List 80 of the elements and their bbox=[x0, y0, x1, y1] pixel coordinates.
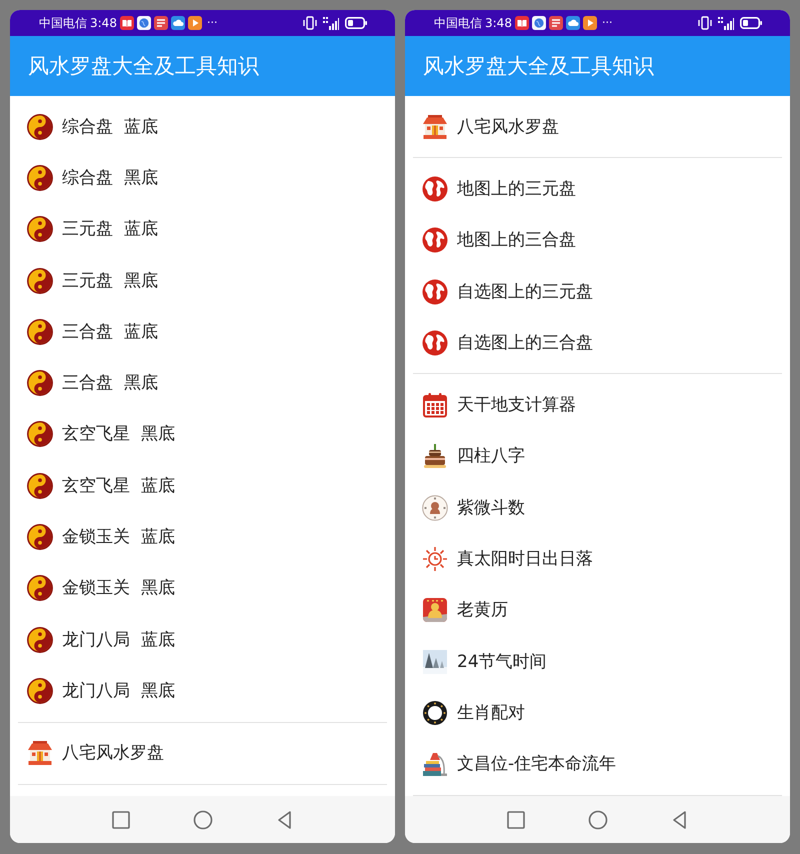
list-item[interactable]: 金锁玉关 黑底 bbox=[27, 575, 175, 602]
list-item[interactable]: 玄空飞星 蓝底 bbox=[27, 472, 175, 499]
list-item[interactable]: 文昌位-住宅本命流年 bbox=[422, 751, 616, 778]
globe-icon bbox=[422, 176, 448, 202]
house-icon bbox=[27, 740, 53, 766]
yin-yang-icon bbox=[27, 114, 53, 140]
list-item[interactable]: 龙门八局 蓝底 bbox=[27, 626, 175, 653]
play-icon bbox=[582, 16, 597, 30]
list-item[interactable]: 八宅风水罗盘 bbox=[27, 740, 164, 766]
yin-yang-icon bbox=[27, 626, 53, 653]
list-item[interactable]: 龙门八局 黑底 bbox=[27, 678, 175, 704]
cloud-icon bbox=[566, 16, 580, 30]
battery-icon bbox=[345, 17, 367, 29]
signal-icon bbox=[323, 16, 339, 30]
globe-icon bbox=[422, 227, 448, 254]
globe-icon bbox=[532, 16, 546, 30]
list-item[interactable]: 地图上的三元盘 bbox=[422, 176, 576, 202]
winter-scene-icon bbox=[422, 648, 448, 675]
cloud-icon bbox=[170, 16, 185, 30]
newspaper-icon bbox=[548, 16, 563, 30]
yin-yang-icon bbox=[27, 268, 53, 294]
list-item[interactable]: 四柱八字 bbox=[422, 443, 525, 470]
list-item[interactable]: 综合盘 黑底 bbox=[27, 164, 158, 191]
recent-apps-button[interactable] bbox=[110, 810, 130, 830]
vibrate-icon bbox=[302, 16, 318, 30]
list-item[interactable]: 三合盘 黑底 bbox=[27, 370, 158, 396]
house-icon bbox=[422, 114, 448, 140]
home-button[interactable] bbox=[588, 810, 608, 830]
ring-icon bbox=[422, 700, 448, 726]
medallion-icon bbox=[422, 494, 448, 521]
yin-yang-icon bbox=[27, 421, 53, 448]
status-time: 3:48 bbox=[90, 16, 117, 30]
home-button[interactable] bbox=[192, 810, 212, 830]
list-item[interactable]: 金锁玉关 蓝底 bbox=[27, 524, 175, 550]
calendar-icon bbox=[422, 392, 448, 418]
list-item[interactable]: 自选图上的三合盘 bbox=[422, 330, 593, 356]
list-item[interactable]: 八宅风水罗盘 bbox=[422, 114, 559, 140]
books-lamp-icon bbox=[422, 751, 448, 778]
list-item[interactable]: 生肖配对 bbox=[422, 700, 525, 726]
list-item[interactable]: 三元盘 蓝底 bbox=[27, 216, 158, 242]
list-item[interactable]: 真太阳时日出日落 bbox=[422, 546, 593, 572]
list-item[interactable]: 三合盘 蓝底 bbox=[27, 318, 158, 345]
newspaper-icon bbox=[154, 16, 168, 30]
list-item[interactable]: 玄空飞星 黑底 bbox=[27, 421, 175, 448]
list-item[interactable]: 紫微斗数 bbox=[422, 494, 525, 521]
globe-icon bbox=[422, 330, 448, 356]
sun-icon bbox=[422, 546, 448, 572]
list-item[interactable]: 24节气时间 bbox=[422, 648, 547, 675]
yin-yang-icon bbox=[27, 216, 53, 242]
battery-icon bbox=[740, 17, 762, 29]
yin-yang-icon bbox=[27, 318, 53, 345]
more-indicator: ··· bbox=[206, 17, 218, 29]
figure-tile-icon bbox=[422, 597, 448, 624]
globe-icon bbox=[422, 278, 448, 305]
signal-icon bbox=[718, 16, 734, 30]
yin-yang-icon bbox=[27, 524, 53, 550]
list-item[interactable]: 自选图上的三元盘 bbox=[422, 278, 593, 305]
yin-yang-icon bbox=[27, 678, 53, 704]
more-indicator: ··· bbox=[602, 17, 612, 29]
play-icon bbox=[188, 16, 202, 30]
yin-yang-icon bbox=[27, 370, 53, 396]
yin-yang-icon bbox=[27, 575, 53, 602]
carrier-name: 中国电信 bbox=[39, 16, 87, 30]
cake-icon bbox=[422, 443, 448, 470]
yin-yang-icon bbox=[27, 472, 53, 499]
list-item[interactable]: 地图上的三合盘 bbox=[422, 227, 576, 254]
app-title: 风水罗盘大全及工具知识 bbox=[28, 53, 259, 79]
recent-apps-button[interactable] bbox=[506, 810, 526, 830]
list-item[interactable]: 综合盘 蓝底 bbox=[27, 114, 158, 140]
yin-yang-icon bbox=[27, 164, 53, 191]
status-time: 3:48 bbox=[485, 16, 512, 30]
carrier-name: 中国电信 bbox=[434, 16, 482, 30]
globe-icon bbox=[136, 16, 151, 30]
list-item[interactable]: 老黄历 bbox=[422, 597, 508, 624]
book-icon bbox=[514, 16, 529, 30]
list-item[interactable]: 三元盘 黑底 bbox=[27, 268, 158, 294]
book-icon bbox=[120, 16, 134, 30]
list-item[interactable]: 天干地支计算器 bbox=[422, 392, 576, 418]
app-title: 风水罗盘大全及工具知识 bbox=[423, 53, 654, 79]
vibrate-icon bbox=[697, 16, 713, 30]
